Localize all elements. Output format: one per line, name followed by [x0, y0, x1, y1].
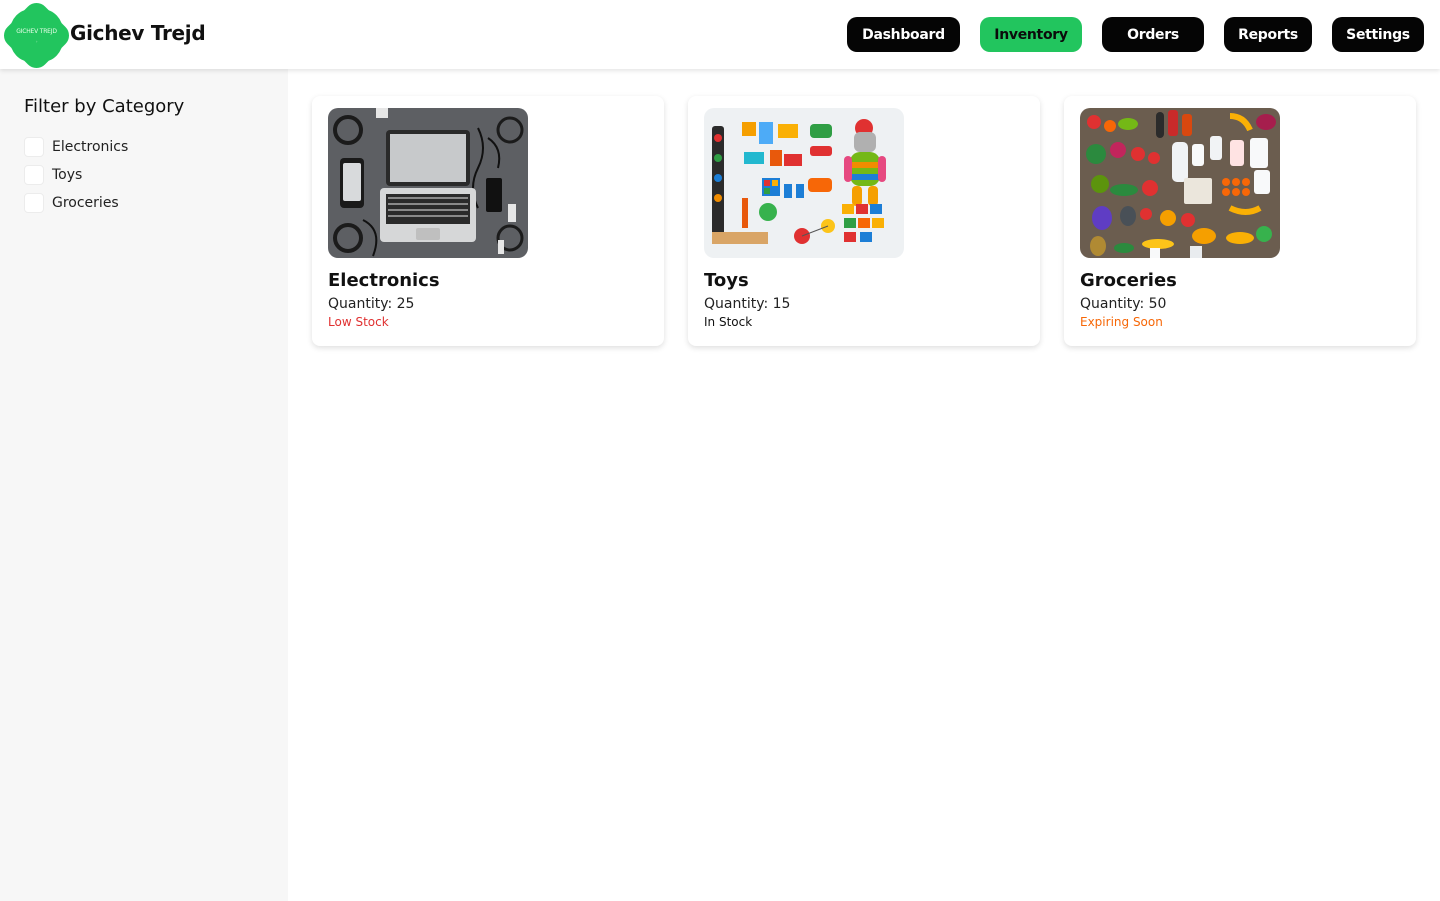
logo-mark: ◦ [35, 38, 38, 44]
filter-groceries-label: Groceries [52, 195, 119, 211]
brand-logo[interactable]: GICHEV TREJD ◦ [10, 9, 63, 62]
top-header: GICHEV TREJD ◦ Gichev Trejd Dashboard In… [0, 0, 1440, 69]
card-title: Toys [704, 270, 749, 291]
inventory-card-electronics[interactable]: Electronics Quantity: 25 Low Stock [312, 96, 664, 346]
filter-title: Filter by Category [24, 96, 185, 117]
nav-inventory-button[interactable]: Inventory [980, 17, 1082, 52]
filter-toys[interactable]: Toys [24, 165, 82, 185]
card-status: In Stock [704, 315, 753, 329]
groceries-image [1080, 108, 1280, 258]
filter-groceries-checkbox[interactable] [24, 193, 44, 213]
logo-text: GICHEV TREJD [16, 27, 57, 35]
card-status: Expiring Soon [1080, 315, 1163, 329]
filter-electronics[interactable]: Electronics [24, 137, 128, 157]
card-quantity: Quantity: 15 [704, 296, 791, 312]
brand-name: Gichev Trejd [70, 21, 206, 45]
card-title: Electronics [328, 270, 440, 291]
filter-electronics-label: Electronics [52, 139, 129, 155]
card-quantity: Quantity: 50 [1080, 296, 1167, 312]
filter-toys-checkbox[interactable] [24, 165, 44, 185]
filter-groceries[interactable]: Groceries [24, 193, 119, 213]
nav-settings-button[interactable]: Settings [1332, 17, 1424, 52]
nav-dashboard-button[interactable]: Dashboard [847, 17, 960, 52]
inventory-card-toys[interactable]: Toys Quantity: 15 In Stock [688, 96, 1040, 346]
card-title: Groceries [1080, 270, 1177, 291]
toys-image [704, 108, 904, 258]
nav-orders-button[interactable]: Orders [1102, 17, 1204, 52]
electronics-image [328, 108, 528, 258]
card-quantity: Quantity: 25 [328, 296, 415, 312]
filter-sidebar: Filter by Category Electronics Toys Groc… [0, 69, 288, 901]
filter-toys-label: Toys [52, 167, 83, 183]
filter-electronics-checkbox[interactable] [24, 137, 44, 157]
card-status: Low Stock [328, 315, 389, 329]
nav-reports-button[interactable]: Reports [1224, 17, 1312, 52]
inventory-card-groceries[interactable]: Groceries Quantity: 50 Expiring Soon [1064, 96, 1416, 346]
